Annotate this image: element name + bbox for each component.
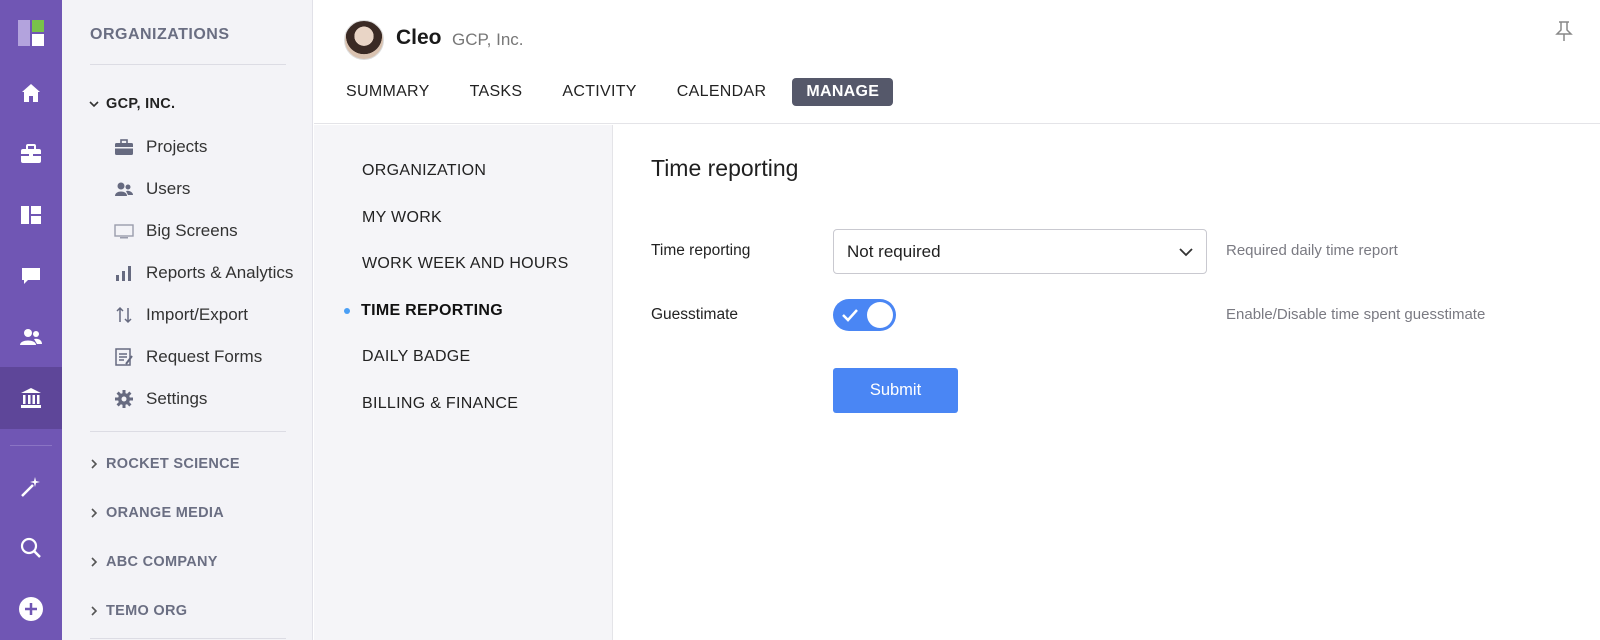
tab-tasks[interactable]: TASKS bbox=[456, 78, 537, 106]
guesstimate-label: Guesstimate bbox=[651, 306, 739, 323]
org-temo-org[interactable]: TEMO ORG bbox=[88, 603, 187, 619]
bar-chart-icon bbox=[116, 266, 131, 281]
sub-item-label: Request Forms bbox=[146, 347, 263, 366]
time-reporting-label: Time reporting bbox=[651, 242, 751, 259]
page-title: Time reporting bbox=[651, 155, 799, 181]
briefcase-icon[interactable] bbox=[0, 123, 62, 185]
search-icon[interactable] bbox=[0, 517, 62, 579]
tab-activity[interactable]: ACTIVITY bbox=[548, 78, 650, 106]
dashboard-icon[interactable] bbox=[0, 184, 62, 246]
org-orange-media[interactable]: ORANGE MEDIA bbox=[88, 505, 224, 521]
sub-item-label: Users bbox=[146, 179, 191, 198]
pin-icon[interactable] bbox=[1554, 20, 1574, 42]
sub-item-label: Import/Export bbox=[146, 305, 249, 324]
bank-icon[interactable] bbox=[0, 367, 62, 429]
main-content: Time reporting Time reporting Not requir… bbox=[614, 125, 1600, 640]
briefcase-icon bbox=[115, 139, 133, 155]
submenu-daily-badge[interactable]: DAILY BADGE bbox=[362, 348, 471, 366]
organizations-title: ORGANIZATIONS bbox=[90, 26, 230, 43]
guesstimate-toggle[interactable] bbox=[833, 299, 896, 331]
user-org: GCP, Inc. bbox=[452, 30, 524, 49]
chat-icon[interactable] bbox=[0, 245, 62, 307]
chevron-right-icon bbox=[91, 606, 98, 616]
org-rocket-science[interactable]: ROCKET SCIENCE bbox=[88, 456, 240, 472]
sub-item-reports[interactable]: Reports & Analytics bbox=[114, 263, 293, 283]
guesstimate-hint: Enable/Disable time spent guesstimate bbox=[1226, 306, 1486, 323]
home-icon[interactable] bbox=[0, 62, 62, 124]
active-indicator bbox=[344, 308, 350, 314]
user-name: Cleo bbox=[396, 26, 442, 49]
app-rail bbox=[0, 0, 62, 640]
sub-item-settings[interactable]: Settings bbox=[114, 389, 207, 409]
sub-item-label: Big Screens bbox=[146, 221, 238, 240]
chevron-down-icon bbox=[1179, 248, 1193, 257]
org-abc-company[interactable]: ABC COMPANY bbox=[88, 554, 218, 570]
people-icon[interactable] bbox=[0, 306, 62, 368]
submenu-my-work[interactable]: MY WORK bbox=[362, 209, 442, 227]
org-label: ABC COMPANY bbox=[106, 554, 218, 570]
sub-item-label: Settings bbox=[146, 389, 208, 408]
submenu-work-week[interactable]: WORK WEEK AND HOURS bbox=[362, 255, 569, 273]
divider bbox=[90, 431, 286, 432]
screen-icon bbox=[114, 224, 134, 239]
divider bbox=[90, 64, 286, 65]
chevron-right-icon bbox=[91, 459, 98, 469]
sub-item-projects[interactable]: Projects bbox=[114, 137, 207, 157]
check-icon bbox=[842, 309, 858, 322]
tab-bar: SUMMARY TASKS ACTIVITY CALENDAR MANAGE bbox=[332, 78, 905, 106]
org-label: TEMO ORG bbox=[106, 603, 188, 619]
avatar[interactable] bbox=[344, 20, 384, 60]
org-label: ROCKET SCIENCE bbox=[106, 456, 240, 472]
import-export-icon bbox=[116, 306, 132, 324]
org-label: GCP, INC. bbox=[106, 96, 176, 112]
manage-submenu: ORGANIZATION MY WORK WORK WEEK AND HOURS… bbox=[314, 125, 613, 640]
time-reporting-select[interactable]: Not required bbox=[833, 229, 1207, 274]
tab-manage[interactable]: MANAGE bbox=[792, 78, 894, 106]
chevron-right-icon bbox=[91, 557, 98, 567]
sub-item-label: Reports & Analytics bbox=[146, 263, 294, 282]
submenu-billing[interactable]: BILLING & FINANCE bbox=[362, 395, 518, 413]
chevron-right-icon bbox=[91, 508, 98, 518]
org-gcp-inc[interactable]: GCP, INC. bbox=[88, 96, 175, 112]
tab-summary[interactable]: SUMMARY bbox=[332, 78, 444, 106]
sub-item-import-export[interactable]: Import/Export bbox=[114, 305, 248, 325]
submenu-time-reporting[interactable]: TIME REPORTING bbox=[361, 302, 503, 320]
form-icon bbox=[115, 348, 133, 366]
add-icon[interactable] bbox=[0, 578, 62, 640]
gear-icon bbox=[115, 390, 133, 408]
magic-wand-icon[interactable] bbox=[0, 456, 62, 518]
divider bbox=[90, 638, 286, 639]
sub-item-label: Projects bbox=[146, 137, 208, 156]
rail-divider bbox=[10, 445, 52, 446]
tab-calendar[interactable]: CALENDAR bbox=[663, 78, 781, 106]
sub-item-request-forms[interactable]: Request Forms bbox=[114, 347, 262, 367]
chevron-down-icon bbox=[89, 101, 99, 108]
time-reporting-hint: Required daily time report bbox=[1226, 242, 1398, 259]
sub-item-big-screens[interactable]: Big Screens bbox=[114, 221, 238, 241]
users-icon bbox=[115, 182, 133, 196]
logo-icon[interactable] bbox=[18, 20, 44, 46]
sub-item-users[interactable]: Users bbox=[114, 179, 190, 199]
organizations-panel: ORGANIZATIONS GCP, INC. Projects Users B… bbox=[62, 0, 313, 640]
submit-button[interactable]: Submit bbox=[833, 368, 958, 413]
page-header: Cleo GCP, Inc. SUMMARY TASKS ACTIVITY CA… bbox=[314, 0, 1600, 124]
toggle-knob bbox=[867, 302, 893, 328]
submenu-organization[interactable]: ORGANIZATION bbox=[362, 162, 486, 180]
select-value: Not required bbox=[847, 241, 941, 261]
org-label: ORANGE MEDIA bbox=[106, 505, 224, 521]
